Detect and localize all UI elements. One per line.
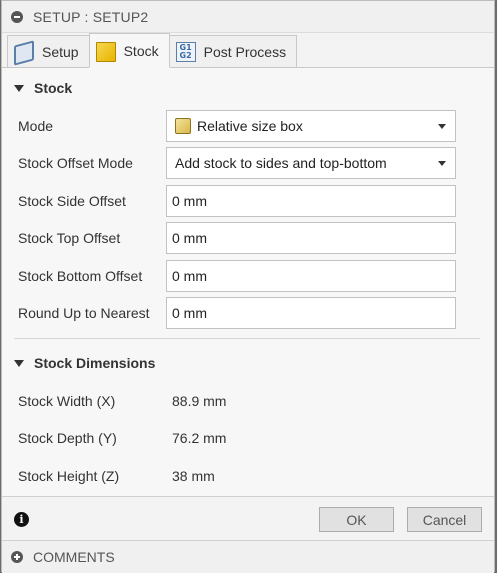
gcode-icon: G1 G2 [175, 41, 196, 62]
tab-stock[interactable]: Stock [88, 33, 170, 68]
comments-label: COMMENTS [33, 549, 115, 565]
width-label: Stock Width (X) [18, 393, 116, 409]
side-offset-input[interactable]: 0 mm [166, 185, 456, 217]
mode-value: Relative size box [197, 118, 303, 134]
setup-icon [14, 40, 34, 66]
top-offset-row: Stock Top Offset 0 mm [18, 222, 458, 254]
info-icon[interactable]: i [14, 512, 29, 527]
dialog-footer: i OK Cancel [2, 496, 494, 540]
side-offset-label: Stock Side Offset [18, 193, 126, 209]
tab-setup[interactable]: Setup [7, 35, 90, 67]
depth-value: 76.2 mm [172, 430, 227, 446]
height-label: Stock Height (Z) [18, 468, 120, 484]
tab-setup-label: Setup [42, 43, 79, 60]
tab-stock-label: Stock [123, 42, 159, 59]
stock-section-header[interactable]: Stock [14, 80, 72, 96]
dimensions-section-header[interactable]: Stock Dimensions [14, 355, 155, 371]
chevron-down-icon [438, 161, 446, 166]
offset-mode-row: Stock Offset Mode Add stock to sides and… [18, 147, 458, 179]
relative-box-icon [175, 118, 191, 134]
offset-mode-label: Stock Offset Mode [18, 155, 133, 171]
tab-bar: Setup Stock G1 G2 Post Process [2, 33, 494, 68]
height-value: 38 mm [172, 468, 215, 484]
section-divider [14, 338, 480, 339]
bottom-offset-label: Stock Bottom Offset [18, 268, 143, 284]
round-up-input[interactable]: 0 mm [166, 297, 456, 329]
comments-section[interactable]: COMMENTS [2, 540, 494, 573]
mode-label: Mode [18, 118, 54, 134]
stock-icon [95, 41, 116, 62]
offset-mode-value: Add stock to sides and top-bottom [175, 155, 387, 171]
tab-post-process[interactable]: G1 G2 Post Process [168, 35, 298, 67]
depth-label: Stock Depth (Y) [18, 430, 117, 446]
offset-mode-select[interactable]: Add stock to sides and top-bottom [166, 147, 456, 179]
stock-panel: Stock Mode Relative size box Stock Offse… [2, 68, 494, 496]
expand-triangle-icon [14, 359, 24, 367]
stock-section-title: Stock [34, 80, 73, 96]
dialog-title: SETUP : SETUP2 [33, 8, 149, 25]
top-offset-input[interactable]: 0 mm [166, 222, 456, 254]
top-offset-label: Stock Top Offset [18, 230, 121, 246]
collapse-icon[interactable] [11, 10, 23, 23]
depth-row: Stock Depth (Y) 76.2 mm [18, 422, 458, 454]
mode-row: Mode Relative size box [18, 110, 458, 142]
round-up-label: Round Up to Nearest [18, 305, 150, 321]
side-offset-row: Stock Side Offset 0 mm [18, 185, 458, 217]
tab-post-process-label: Post Process [203, 43, 287, 60]
title-bar: SETUP : SETUP2 [2, 1, 494, 33]
height-row: Stock Height (Z) 38 mm [18, 460, 458, 492]
ok-button[interactable]: OK [319, 507, 394, 532]
dimensions-section-title: Stock Dimensions [34, 355, 156, 371]
width-row: Stock Width (X) 88.9 mm [18, 385, 458, 417]
cancel-button[interactable]: Cancel [407, 507, 482, 532]
bottom-offset-row: Stock Bottom Offset 0 mm [18, 260, 458, 292]
mode-select[interactable]: Relative size box [166, 110, 456, 142]
expand-plus-icon [11, 551, 23, 563]
bottom-offset-input[interactable]: 0 mm [166, 260, 456, 292]
width-value: 88.9 mm [172, 393, 227, 409]
expand-triangle-icon [14, 84, 24, 92]
round-up-row: Round Up to Nearest 0 mm [18, 297, 458, 329]
chevron-down-icon [438, 124, 446, 129]
setup-dialog: SETUP : SETUP2 Setup Stock G1 G2 Post Pro… [1, 0, 495, 573]
